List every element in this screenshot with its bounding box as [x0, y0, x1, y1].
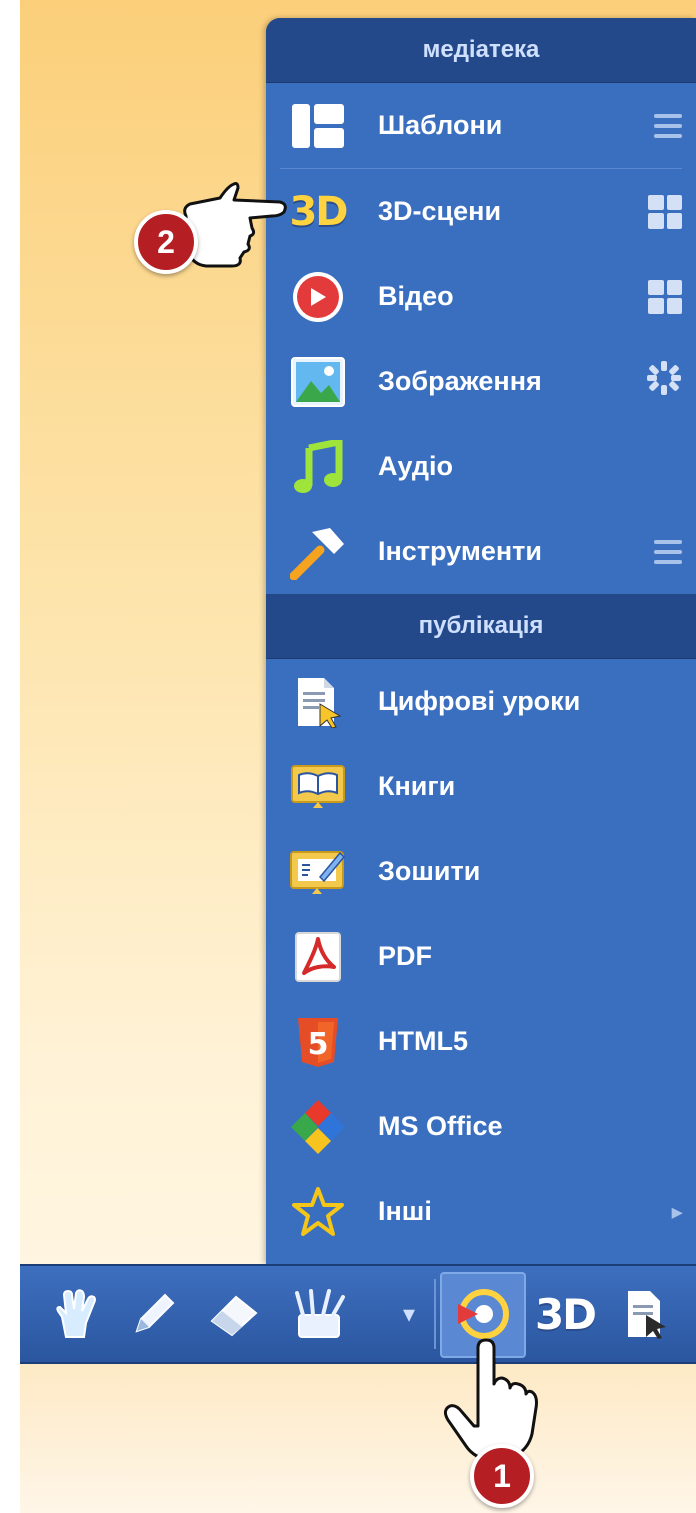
- section-header-publication: публікація: [266, 594, 696, 659]
- book-icon: [288, 757, 348, 817]
- menu-item-label: PDF: [378, 941, 432, 971]
- star-icon: [288, 1182, 348, 1242]
- digital-lesson-icon: [288, 672, 348, 732]
- menu-item-images[interactable]: Зображення: [266, 339, 696, 424]
- pointer-hand-icon[interactable]: [46, 1266, 106, 1362]
- menu-item-pdf[interactable]: PDF: [266, 914, 696, 999]
- svg-text:5: 5: [308, 1027, 329, 1062]
- brushes-icon[interactable]: [286, 1266, 352, 1362]
- submenu-arrow-icon: ▸: [671, 1201, 682, 1223]
- templates-icon: [288, 96, 348, 156]
- menu-item-label: MS Office: [378, 1111, 503, 1141]
- list-icon[interactable]: [654, 539, 682, 564]
- menu-item-html5[interactable]: 5 HTML5: [266, 999, 696, 1084]
- image-icon: [288, 352, 348, 412]
- bottom-toolbar: ▾ 3D: [20, 1264, 696, 1364]
- menu-item-label: Шаблони: [378, 110, 503, 140]
- desktop-background-bottom: [20, 1360, 696, 1513]
- step-badge-2: 2: [134, 210, 198, 274]
- pencil-icon[interactable]: [124, 1266, 184, 1362]
- menu-item-3d-scenes[interactable]: 3D 3D-сцени: [266, 169, 696, 254]
- digital-lesson-icon[interactable]: [616, 1266, 676, 1362]
- menu-item-label: Інструменти: [378, 536, 542, 566]
- step-badge-1: 1: [470, 1444, 534, 1508]
- video-play-icon: [288, 267, 348, 327]
- menu-item-label: Книги: [378, 771, 456, 801]
- menu-item-label: Аудіо: [378, 451, 453, 481]
- menu-item-label: Зошити: [378, 856, 481, 886]
- toolbar-separator: [434, 1279, 436, 1349]
- notebook-icon: [288, 842, 348, 902]
- pdf-icon: [288, 927, 348, 987]
- menu-item-tools[interactable]: Інструменти: [266, 509, 696, 594]
- list-icon[interactable]: [654, 113, 682, 138]
- grid-icon[interactable]: [648, 194, 682, 229]
- eraser-icon[interactable]: [204, 1266, 264, 1362]
- music-note-icon: [288, 437, 348, 497]
- menu-item-label: 3D-сцени: [378, 196, 502, 226]
- menu-item-video[interactable]: Відео: [266, 254, 696, 339]
- menu-item-label: Інші: [378, 1196, 432, 1226]
- menu-item-label: HTML5: [378, 1026, 468, 1056]
- menu-item-templates[interactable]: Шаблони: [266, 83, 696, 168]
- menu-item-label: Відео: [378, 281, 454, 311]
- menu-item-digital-lessons[interactable]: Цифрові уроки: [266, 659, 696, 744]
- 3d-icon[interactable]: 3D: [530, 1266, 600, 1362]
- menu-item-notebooks[interactable]: Зошити: [266, 829, 696, 914]
- menu-item-ms-office[interactable]: MS Office: [266, 1084, 696, 1169]
- grid-icon[interactable]: [648, 279, 682, 314]
- menu-item-label: Зображення: [378, 366, 542, 396]
- menu-item-other[interactable]: Інші ▸: [266, 1169, 696, 1254]
- hammer-icon: [288, 522, 348, 582]
- 3d-icon: 3D: [289, 188, 348, 235]
- menu-item-label: Цифрові уроки: [378, 686, 581, 716]
- side-menu-panel: медіатека Шаблони 3D 3D-сцени Відео Зобр…: [266, 18, 696, 1264]
- loading-icon: [646, 360, 682, 404]
- html5-icon: 5: [288, 1012, 348, 1072]
- dropdown-arrow-icon[interactable]: ▾: [392, 1266, 426, 1362]
- menu-item-audio[interactable]: Аудіо: [266, 424, 696, 509]
- menu-item-books[interactable]: Книги: [266, 744, 696, 829]
- section-header-library: медіатека: [266, 18, 696, 83]
- pointing-hand-annotation: [183, 182, 287, 268]
- ms-office-icon: [288, 1097, 348, 1157]
